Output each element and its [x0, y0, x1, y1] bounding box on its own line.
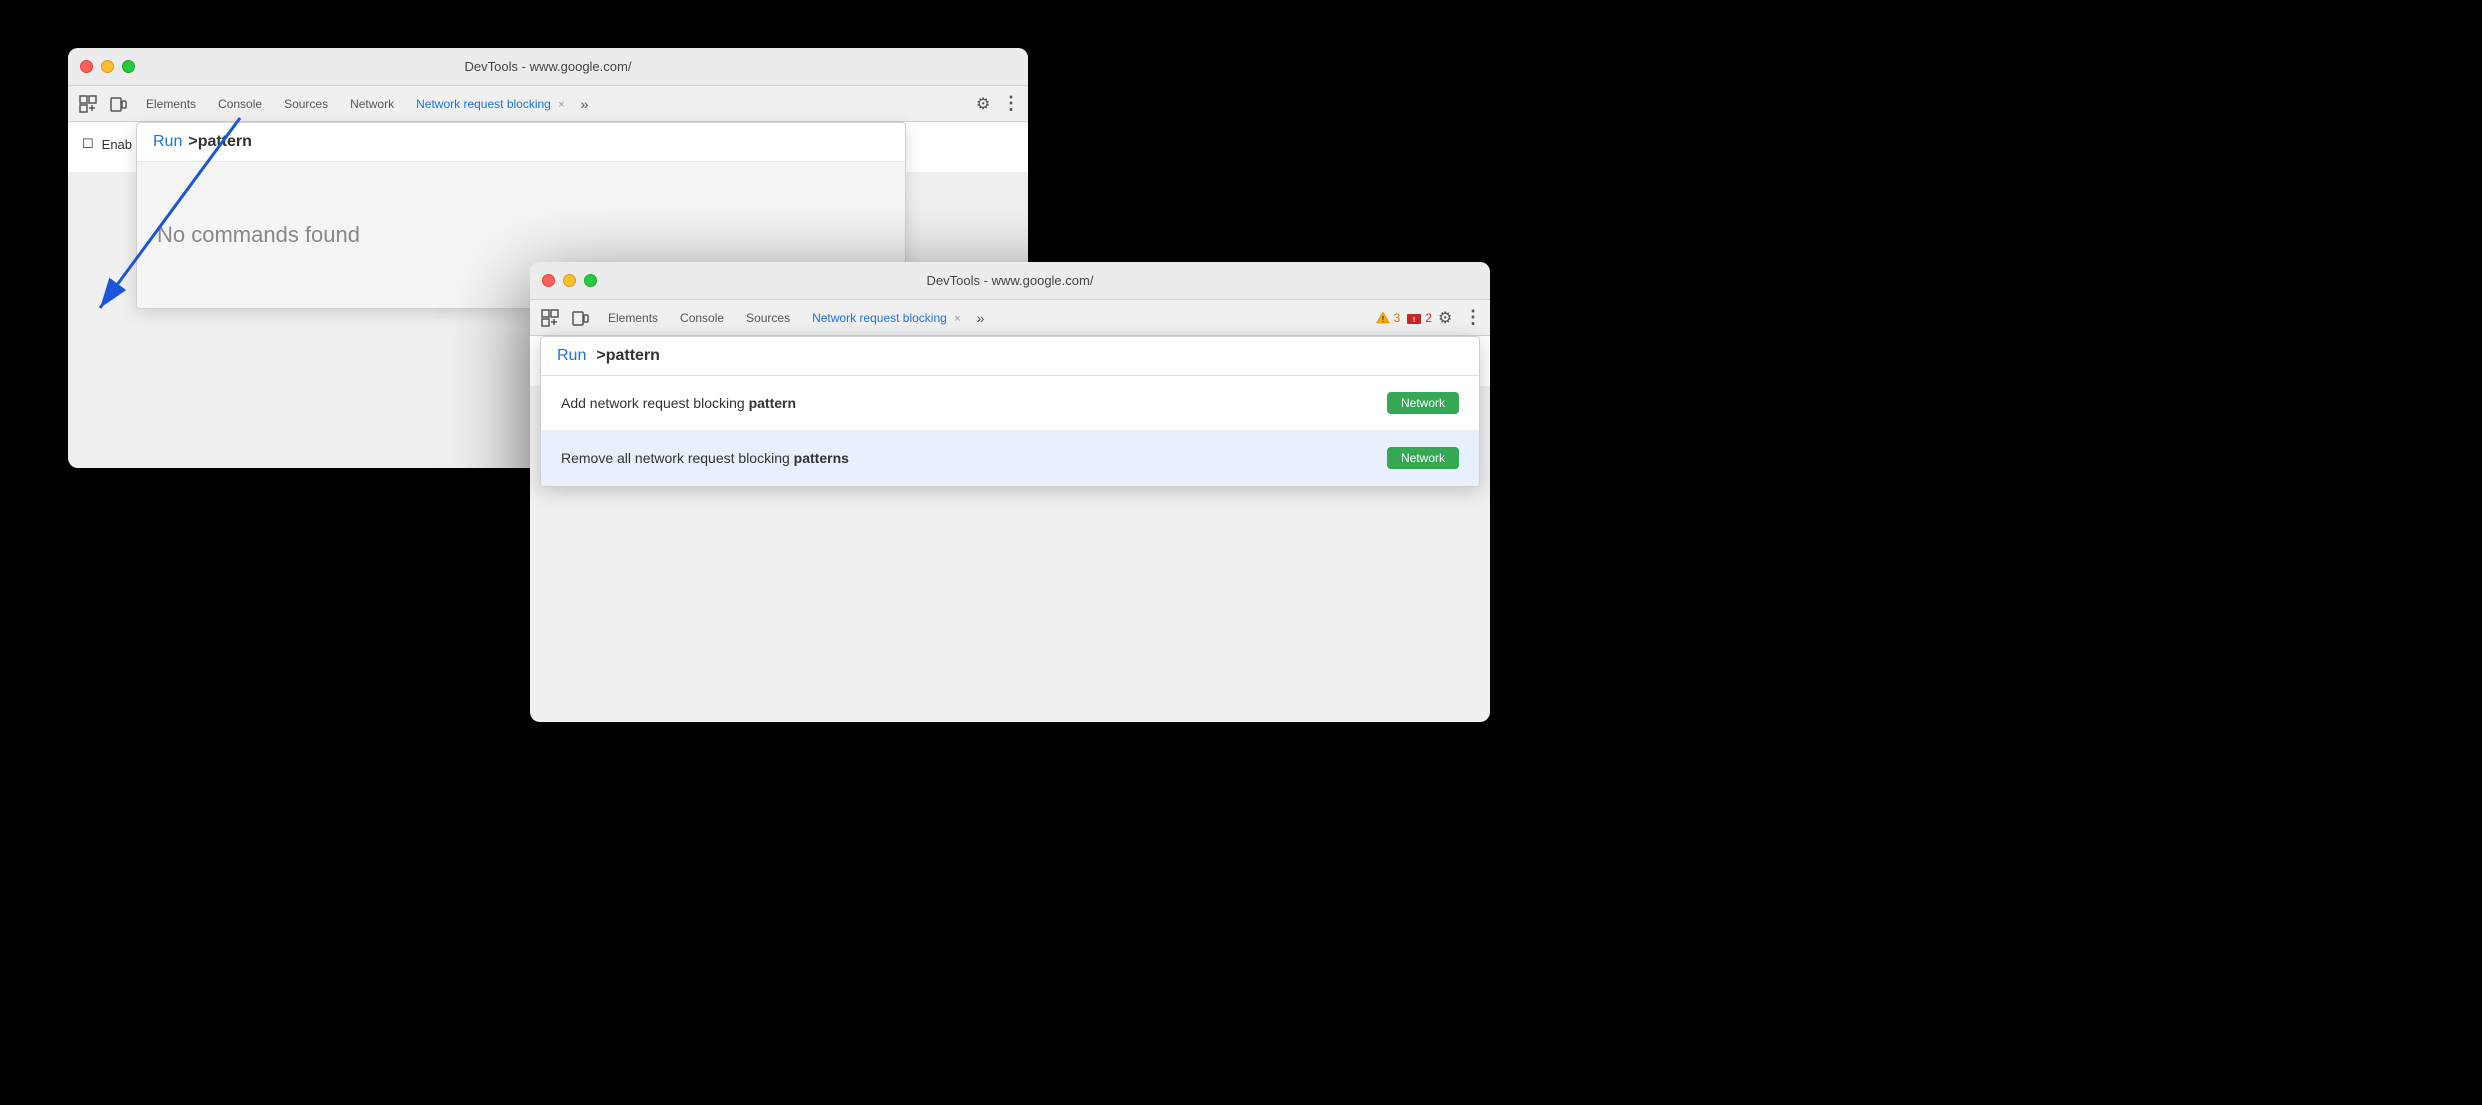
- tab-network-request-blocking-2[interactable]: Network request blocking ×: [802, 307, 971, 329]
- tab-settings-row-1: ⚙ ⋮: [976, 93, 1020, 114]
- warning-badge-2: ! 3: [1375, 310, 1401, 326]
- tab-console-2[interactable]: Console: [670, 307, 734, 329]
- devtools-tabbar-2: Elements Console Sources Network request…: [530, 300, 1490, 336]
- more-icon-2[interactable]: ⋮: [1464, 307, 1482, 328]
- checkbox-icon-1[interactable]: ☐: [82, 136, 94, 152]
- cmd-result-text-0: Add network request blocking pattern: [561, 395, 1371, 411]
- titlebar-2: DevTools - www.google.com/: [530, 262, 1490, 300]
- gear-icon-2[interactable]: ⚙: [1438, 308, 1458, 328]
- cmd-pattern-text-2: >pattern: [596, 347, 660, 365]
- error-badge-2: ! 2: [1406, 310, 1432, 326]
- svg-text:!: !: [1413, 317, 1415, 324]
- minimize-button-1[interactable]: [101, 60, 114, 73]
- close-button-2[interactable]: [542, 274, 555, 287]
- tab-network-request-blocking-1[interactable]: Network request blocking ×: [406, 93, 575, 115]
- devtools-window-2: DevTools - www.google.com/ Elements Cons…: [530, 262, 1490, 722]
- tab-elements-2[interactable]: Elements: [598, 307, 668, 329]
- more-tabs-icon-1[interactable]: »: [577, 96, 593, 112]
- cmd-result-badge-1: Network: [1387, 447, 1459, 469]
- tab-console-1[interactable]: Console: [208, 93, 272, 115]
- tab-elements-1[interactable]: Elements: [136, 93, 206, 115]
- cmd-input-row-2[interactable]: Run >pattern: [541, 337, 1479, 376]
- cmd-result-row-1[interactable]: Remove all network request blocking patt…: [541, 431, 1479, 486]
- maximize-button-1[interactable]: [122, 60, 135, 73]
- cmd-result-row-0[interactable]: Add network request blocking pattern Net…: [541, 376, 1479, 431]
- device-toggle-icon-1[interactable]: [106, 92, 130, 116]
- svg-text:!: !: [1381, 315, 1384, 324]
- cmd-run-label-1: Run: [153, 133, 182, 151]
- tab-network-1[interactable]: Network: [340, 93, 404, 115]
- cmd-run-label-2: Run: [557, 347, 586, 365]
- cmd-result-badge-0: Network: [1387, 392, 1459, 414]
- tab-close-icon-2[interactable]: ×: [954, 313, 960, 325]
- cmd-pattern-text-1: >pattern: [188, 133, 252, 151]
- window-title-2: DevTools - www.google.com/: [927, 273, 1094, 288]
- tab-sources-2[interactable]: Sources: [736, 307, 800, 329]
- tab-close-icon-1[interactable]: ×: [558, 99, 564, 111]
- tab-sources-1[interactable]: Sources: [274, 93, 338, 115]
- gear-icon-1[interactable]: ⚙: [976, 94, 996, 114]
- devtools-tabbar-1: Elements Console Sources Network Network…: [68, 86, 1028, 122]
- close-button-1[interactable]: [80, 60, 93, 73]
- tab-settings-row-2: ! 3 ! 2 ⚙ ⋮: [1375, 307, 1482, 328]
- cmd-result-text-1: Remove all network request blocking patt…: [561, 450, 1371, 466]
- maximize-button-2[interactable]: [584, 274, 597, 287]
- traffic-lights-2: [542, 274, 597, 287]
- inspector-icon-2[interactable]: [538, 306, 562, 330]
- window-title-1: DevTools - www.google.com/: [465, 59, 632, 74]
- traffic-lights-1: [80, 60, 135, 73]
- minimize-button-2[interactable]: [563, 274, 576, 287]
- inspector-icon-1[interactable]: [76, 92, 100, 116]
- more-icon-1[interactable]: ⋮: [1002, 93, 1020, 114]
- more-tabs-icon-2[interactable]: »: [973, 310, 989, 326]
- device-toggle-icon-2[interactable]: [568, 306, 592, 330]
- titlebar-1: DevTools - www.google.com/: [68, 48, 1028, 86]
- cmd-input-row-1[interactable]: Run >pattern: [137, 123, 905, 162]
- command-palette-2: Run >pattern Add network request blockin…: [540, 336, 1480, 487]
- enable-label-1: Enab: [102, 137, 132, 152]
